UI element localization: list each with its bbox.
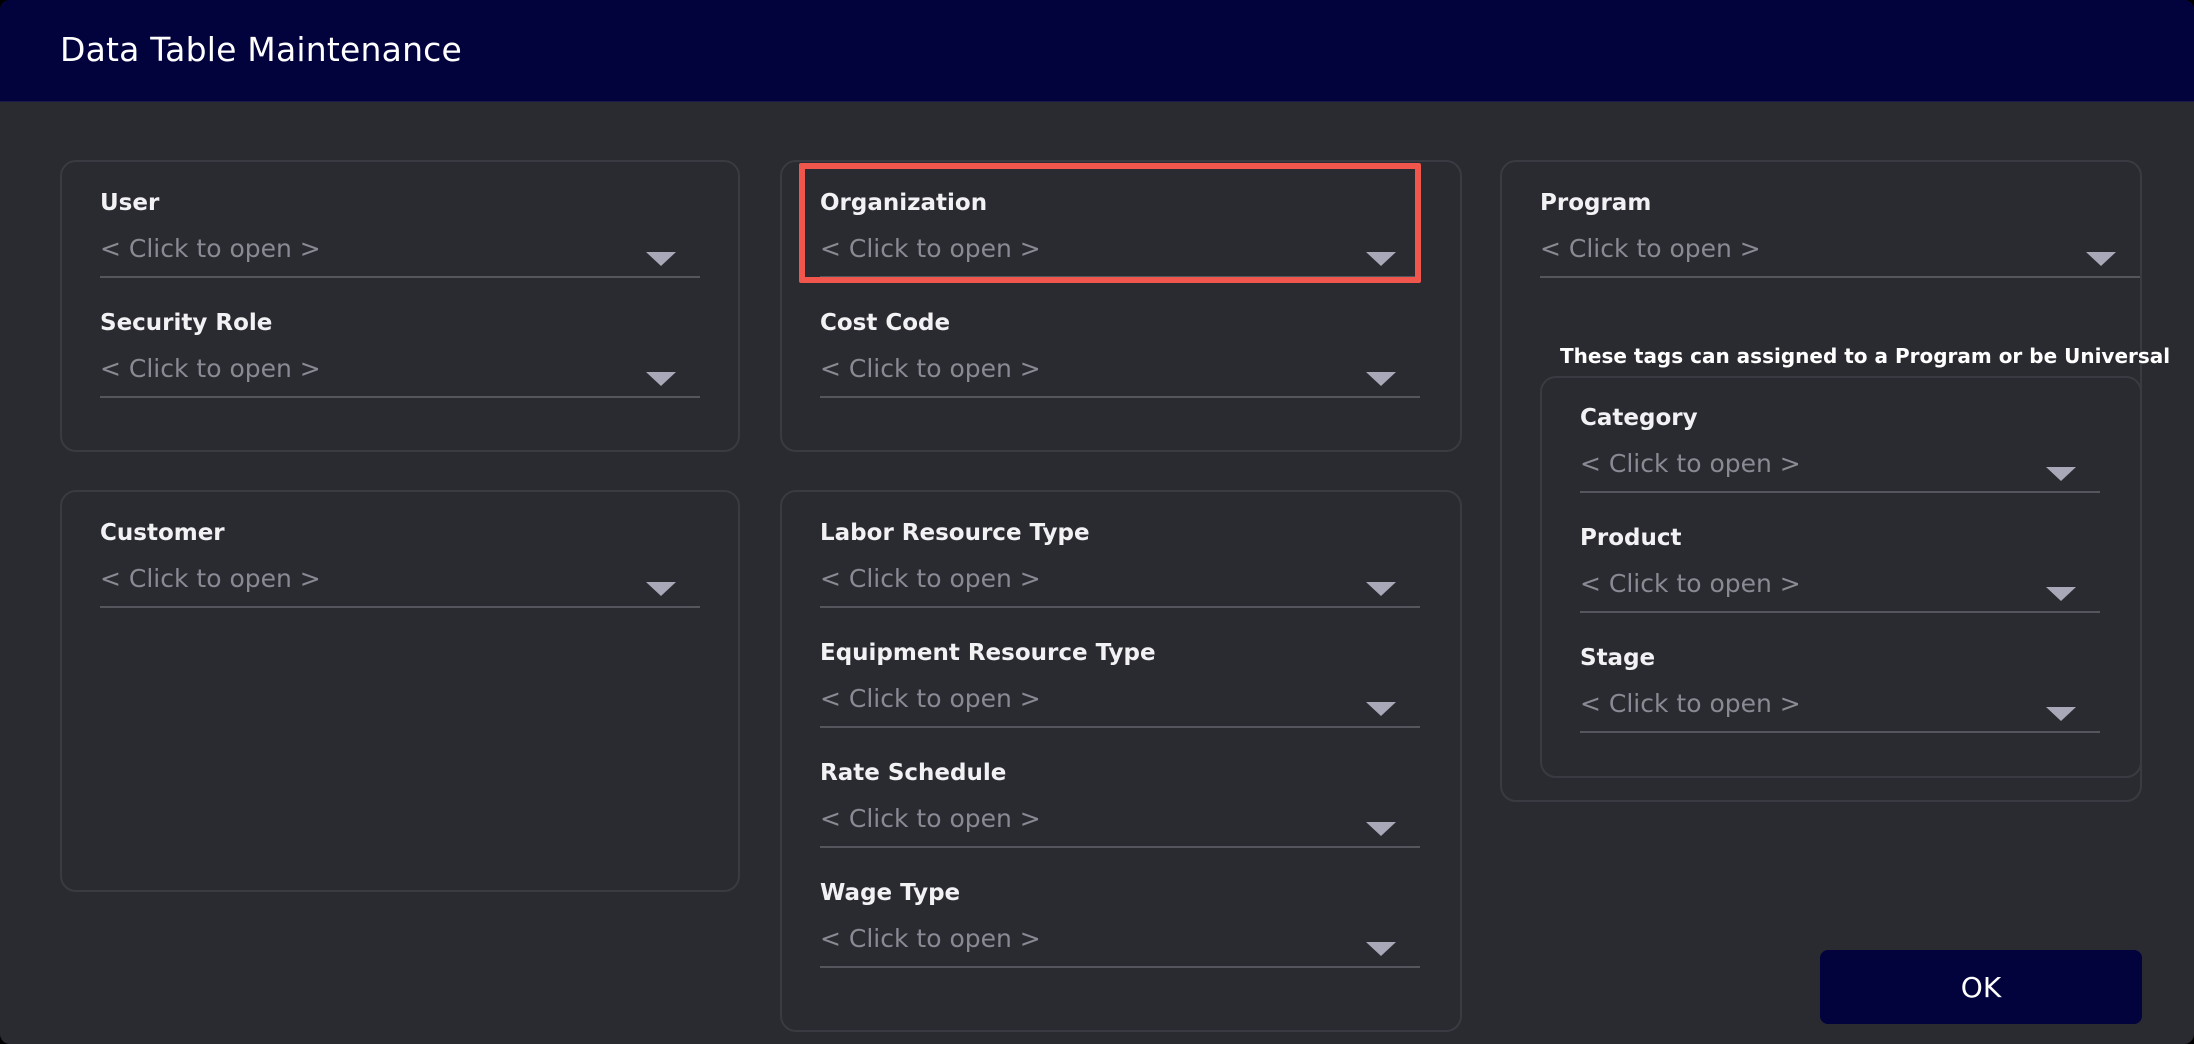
chevron-down-icon[interactable] bbox=[1366, 822, 1396, 836]
security-role-label: Security Role bbox=[100, 310, 273, 336]
chevron-down-icon[interactable] bbox=[1366, 702, 1396, 716]
field-underline bbox=[820, 846, 1420, 848]
labor-resource-type-value[interactable]: < Click to open > bbox=[820, 564, 1041, 593]
category-dropdown[interactable]: Category < Click to open > bbox=[1580, 405, 2100, 525]
field-underline bbox=[1540, 276, 2140, 278]
rate-schedule-label: Rate Schedule bbox=[820, 760, 1007, 786]
chevron-down-icon[interactable] bbox=[646, 582, 676, 596]
field-underline bbox=[1580, 611, 2100, 613]
equipment-resource-type-value[interactable]: < Click to open > bbox=[820, 684, 1041, 713]
chevron-down-icon[interactable] bbox=[646, 372, 676, 386]
program-value[interactable]: < Click to open > bbox=[1540, 234, 1761, 263]
tags-note: These tags can assigned to a Program or … bbox=[1560, 344, 2171, 368]
field-underline bbox=[820, 726, 1420, 728]
security-role-value[interactable]: < Click to open > bbox=[100, 354, 321, 383]
labor-resource-type-dropdown[interactable]: Labor Resource Type < Click to open > bbox=[820, 520, 1420, 640]
customer-dropdown[interactable]: Customer < Click to open > bbox=[100, 520, 700, 640]
equipment-resource-type-dropdown[interactable]: Equipment Resource Type < Click to open … bbox=[820, 640, 1420, 760]
data-table-maintenance-dialog: Data Table Maintenance User < Click to o… bbox=[0, 0, 2194, 1044]
labor-resource-type-label: Labor Resource Type bbox=[820, 520, 1090, 546]
cost-code-dropdown[interactable]: Cost Code < Click to open > bbox=[820, 310, 1420, 430]
security-role-dropdown[interactable]: Security Role < Click to open > bbox=[100, 310, 700, 430]
field-underline bbox=[100, 606, 700, 608]
stage-label: Stage bbox=[1580, 645, 1656, 671]
chevron-down-icon[interactable] bbox=[1366, 582, 1396, 596]
chevron-down-icon[interactable] bbox=[1366, 372, 1396, 386]
field-underline bbox=[100, 396, 700, 398]
dialog-title: Data Table Maintenance bbox=[60, 30, 463, 69]
user-dropdown[interactable]: User < Click to open > bbox=[100, 190, 700, 310]
chevron-down-icon[interactable] bbox=[1366, 942, 1396, 956]
ok-button[interactable]: OK bbox=[1820, 950, 2142, 1024]
wage-type-dropdown[interactable]: Wage Type < Click to open > bbox=[820, 880, 1420, 1000]
stage-value[interactable]: < Click to open > bbox=[1580, 689, 1801, 718]
customer-value[interactable]: < Click to open > bbox=[100, 564, 321, 593]
rate-schedule-value[interactable]: < Click to open > bbox=[820, 804, 1041, 833]
cost-code-value[interactable]: < Click to open > bbox=[820, 354, 1041, 383]
program-dropdown[interactable]: Program < Click to open > bbox=[1540, 190, 2140, 310]
cost-code-label: Cost Code bbox=[820, 310, 951, 336]
product-value[interactable]: < Click to open > bbox=[1580, 569, 1801, 598]
customer-label: Customer bbox=[100, 520, 225, 546]
equipment-resource-type-label: Equipment Resource Type bbox=[820, 640, 1156, 666]
field-underline bbox=[820, 966, 1420, 968]
category-value[interactable]: < Click to open > bbox=[1580, 449, 1801, 478]
title-bar: Data Table Maintenance bbox=[0, 0, 2194, 102]
chevron-down-icon[interactable] bbox=[2086, 252, 2116, 266]
product-dropdown[interactable]: Product < Click to open > bbox=[1580, 525, 2100, 645]
chevron-down-icon[interactable] bbox=[2046, 467, 2076, 481]
stage-dropdown[interactable]: Stage < Click to open > bbox=[1580, 645, 2100, 765]
field-underline bbox=[1580, 491, 2100, 493]
field-underline bbox=[820, 606, 1420, 608]
wage-type-value[interactable]: < Click to open > bbox=[820, 924, 1041, 953]
product-label: Product bbox=[1580, 525, 1682, 551]
rate-schedule-dropdown[interactable]: Rate Schedule < Click to open > bbox=[820, 760, 1420, 880]
field-underline bbox=[820, 396, 1420, 398]
program-label: Program bbox=[1540, 190, 1652, 216]
user-value[interactable]: < Click to open > bbox=[100, 234, 321, 263]
chevron-down-icon[interactable] bbox=[646, 252, 676, 266]
category-label: Category bbox=[1580, 405, 1698, 431]
organization-highlight-box bbox=[799, 163, 1421, 283]
field-underline bbox=[100, 276, 700, 278]
field-underline bbox=[1580, 731, 2100, 733]
chevron-down-icon[interactable] bbox=[2046, 707, 2076, 721]
chevron-down-icon[interactable] bbox=[2046, 587, 2076, 601]
wage-type-label: Wage Type bbox=[820, 880, 961, 906]
user-label: User bbox=[100, 190, 160, 216]
